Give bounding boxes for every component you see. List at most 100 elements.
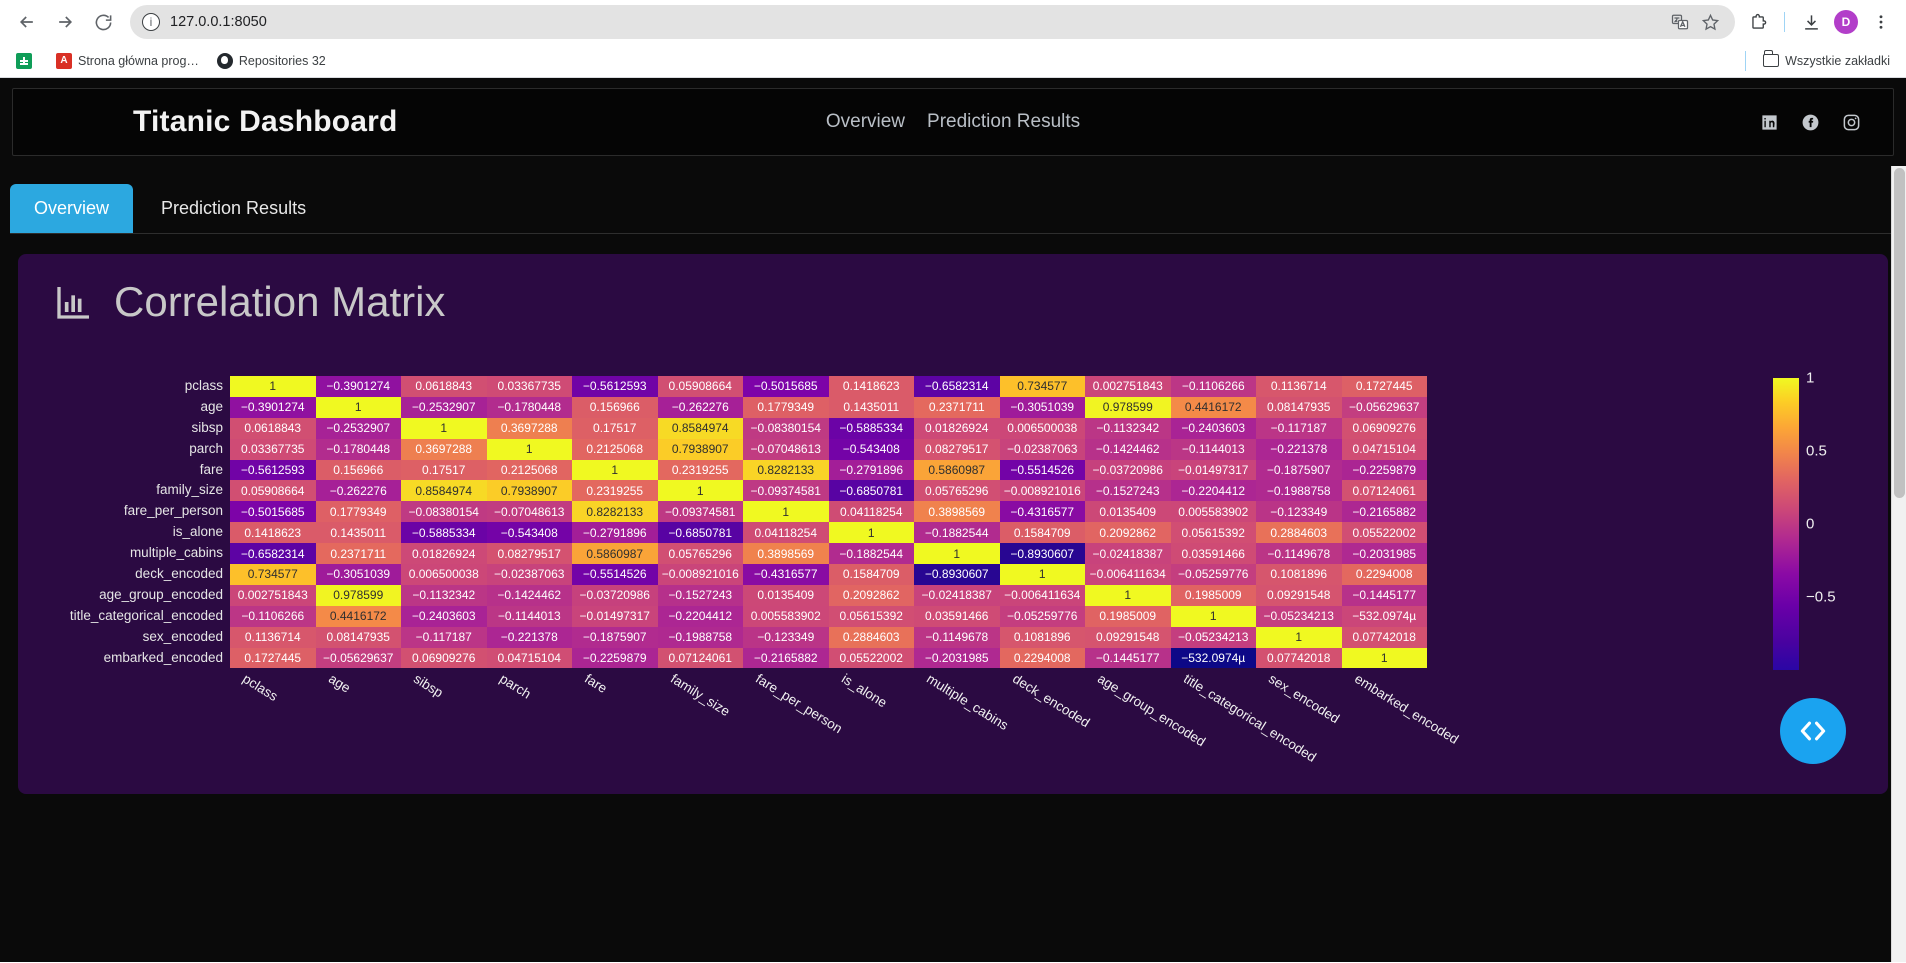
heatmap-cell[interactable]: −0.1132342 — [401, 584, 487, 606]
heatmap-cell[interactable]: 0.4416172 — [315, 605, 401, 627]
heatmap-cell[interactable]: −0.6850781 — [828, 480, 914, 502]
heatmap-cell[interactable]: 0.002751843 — [1085, 376, 1171, 397]
heatmap-cell[interactable]: 0.2371711 — [315, 543, 401, 565]
heatmap-cell[interactable]: 0.156966 — [315, 459, 401, 481]
heatmap-cell[interactable]: −0.05234213 — [1170, 626, 1256, 648]
heatmap-cell[interactable]: 0.07742018 — [1256, 647, 1342, 669]
heatmap-plot[interactable]: pclass age sibsp parch fare family_size fare_p… — [18, 358, 1888, 794]
heatmap-cell[interactable]: 0.05908664 — [657, 376, 743, 397]
heatmap-cell[interactable]: 0.0135409 — [743, 584, 829, 606]
heatmap-cell[interactable]: −0.07048613 — [743, 438, 829, 460]
heatmap-cell[interactable]: 0.2092862 — [1085, 522, 1171, 544]
heatmap-cell[interactable]: 0.2125068 — [486, 459, 572, 481]
menu-kebab-icon[interactable] — [1866, 7, 1896, 37]
heatmap-cell[interactable]: −0.1780448 — [315, 438, 401, 460]
heatmap-cell[interactable]: 0.04118254 — [828, 501, 914, 523]
heatmap-cell[interactable]: −0.1527243 — [657, 584, 743, 606]
heatmap-cell[interactable]: −0.05629637 — [1341, 396, 1427, 418]
heatmap-cell[interactable]: −0.008921016 — [657, 564, 743, 585]
heatmap-cell[interactable]: 0.09291548 — [1085, 626, 1171, 648]
heatmap-cell[interactable]: 0.04715104 — [1341, 438, 1427, 460]
heatmap-cell[interactable]: −0.8930607 — [999, 543, 1085, 565]
heatmap-cell[interactable]: −0.8930607 — [914, 564, 1000, 585]
heatmap-cell[interactable]: −0.1149678 — [1256, 543, 1342, 565]
facebook-icon[interactable] — [1801, 113, 1820, 132]
heatmap-cell[interactable]: −0.008921016 — [999, 480, 1085, 502]
heatmap-cell[interactable]: 0.5860987 — [572, 543, 658, 565]
heatmap-cell[interactable]: −0.2165882 — [1341, 501, 1427, 523]
heatmap-cell[interactable]: −0.2532907 — [315, 417, 401, 439]
heatmap-cell[interactable]: −0.221378 — [486, 626, 572, 648]
heatmap-cell[interactable]: 0.08279517 — [486, 543, 572, 565]
nav-link-overview[interactable]: Overview — [826, 111, 905, 133]
heatmap-cell[interactable]: 0.01826924 — [401, 543, 487, 565]
heatmap-cell[interactable]: 0.08147935 — [1256, 396, 1342, 418]
all-bookmarks-button[interactable]: Wszystkie zakładki — [1755, 50, 1898, 71]
heatmap-cell[interactable]: 0.17517 — [401, 459, 487, 481]
heatmap-cell[interactable]: 0.03367735 — [230, 438, 316, 460]
heatmap-cell[interactable]: 0.005583902 — [1170, 501, 1256, 523]
heatmap-cell[interactable]: 0.8282133 — [743, 459, 829, 481]
heatmap-cell[interactable]: −0.5885334 — [828, 417, 914, 439]
heatmap-cell[interactable]: −0.05234213 — [1256, 605, 1342, 627]
heatmap-cell[interactable]: 0.006500038 — [999, 417, 1085, 439]
heatmap-cell[interactable]: 0.05615392 — [828, 605, 914, 627]
heatmap-cell[interactable]: 0.1136714 — [1256, 376, 1342, 397]
heatmap-cell[interactable]: −0.2532907 — [401, 396, 487, 418]
bookmark-item-github[interactable]: Repositories 32 — [209, 50, 334, 72]
bookmark-star-icon[interactable] — [1697, 9, 1723, 35]
reload-icon[interactable] — [86, 5, 120, 39]
heatmap-cell[interactable]: −0.1875907 — [1256, 459, 1342, 481]
bookmark-item-pdf[interactable]: A Strona główna prog… — [48, 50, 207, 72]
heatmap-cell[interactable]: −0.2259879 — [1341, 459, 1427, 481]
heatmap-cell[interactable]: −0.3051039 — [315, 564, 401, 585]
scrollbar-thumb[interactable] — [1894, 168, 1905, 498]
heatmap-cell[interactable]: −0.02387063 — [486, 564, 572, 585]
heatmap-cell[interactable]: 0.1584709 — [828, 564, 914, 585]
heatmap-cell[interactable]: −0.2031985 — [1341, 543, 1427, 565]
heatmap-cell[interactable]: −0.117187 — [1256, 417, 1342, 439]
heatmap-cell[interactable]: 1 — [401, 417, 487, 439]
heatmap-cell[interactable]: 0.1435011 — [315, 522, 401, 544]
heatmap-cell[interactable]: −0.2403603 — [401, 605, 487, 627]
heatmap-cell[interactable]: −0.01497317 — [572, 605, 658, 627]
heatmap-cell[interactable]: −0.08380154 — [743, 417, 829, 439]
heatmap-cell[interactable]: 0.7938907 — [657, 438, 743, 460]
heatmap-cell[interactable]: 1 — [572, 459, 658, 481]
heatmap-cell[interactable]: −0.5015685 — [230, 501, 316, 523]
heatmap-cell[interactable]: −0.6582314 — [230, 543, 316, 565]
heatmap-cell[interactable]: −0.117187 — [401, 626, 487, 648]
heatmap-cell[interactable]: −0.01497317 — [1170, 459, 1256, 481]
heatmap-cell[interactable]: −0.5885334 — [401, 522, 487, 544]
heatmap-cell[interactable]: −0.09374581 — [743, 480, 829, 502]
heatmap-cell[interactable]: 1 — [999, 564, 1085, 585]
heatmap-cell[interactable]: 0.3898569 — [914, 501, 1000, 523]
heatmap-cell[interactable]: 0.2371711 — [914, 396, 1000, 418]
heatmap-cell[interactable]: −0.123349 — [743, 626, 829, 648]
heatmap-cell[interactable]: 0.06909276 — [401, 647, 487, 669]
heatmap-cell[interactable]: 1 — [1256, 626, 1342, 648]
heatmap-cell[interactable]: −0.543408 — [828, 438, 914, 460]
heatmap-cell[interactable]: −0.006411634 — [999, 584, 1085, 606]
heatmap-cell[interactable]: −0.1106266 — [1170, 376, 1256, 397]
heatmap-cell[interactable]: −0.05259776 — [999, 605, 1085, 627]
heatmap-cell[interactable]: 0.2319255 — [572, 480, 658, 502]
heatmap-cell[interactable]: −532.0974µ — [1341, 605, 1427, 627]
heatmap-cell[interactable]: 0.4416172 — [1170, 396, 1256, 418]
heatmap-cell[interactable]: −0.262276 — [315, 480, 401, 502]
heatmap-cell[interactable]: 0.09291548 — [1256, 584, 1342, 606]
linkedin-icon[interactable] — [1760, 113, 1779, 132]
heatmap-cell[interactable]: −0.2204412 — [1170, 480, 1256, 502]
heatmap-cell[interactable]: 0.3697288 — [486, 417, 572, 439]
heatmap-cell[interactable]: 0.1985009 — [1170, 584, 1256, 606]
heatmap-cell[interactable]: 0.1727445 — [1341, 376, 1427, 397]
heatmap-cell[interactable]: 0.734577 — [230, 564, 316, 585]
heatmap-cell[interactable]: 0.05522002 — [828, 647, 914, 669]
heatmap-cell[interactable]: 0.05522002 — [1341, 522, 1427, 544]
heatmap-cell[interactable]: −0.2259879 — [572, 647, 658, 669]
heatmap-cell[interactable]: 0.1081896 — [999, 626, 1085, 648]
heatmap-cell[interactable]: −0.1875907 — [572, 626, 658, 648]
heatmap-cell[interactable]: −0.3901274 — [315, 376, 401, 397]
heatmap-cell[interactable]: 1 — [1170, 605, 1256, 627]
heatmap-cell[interactable]: −0.4316577 — [999, 501, 1085, 523]
